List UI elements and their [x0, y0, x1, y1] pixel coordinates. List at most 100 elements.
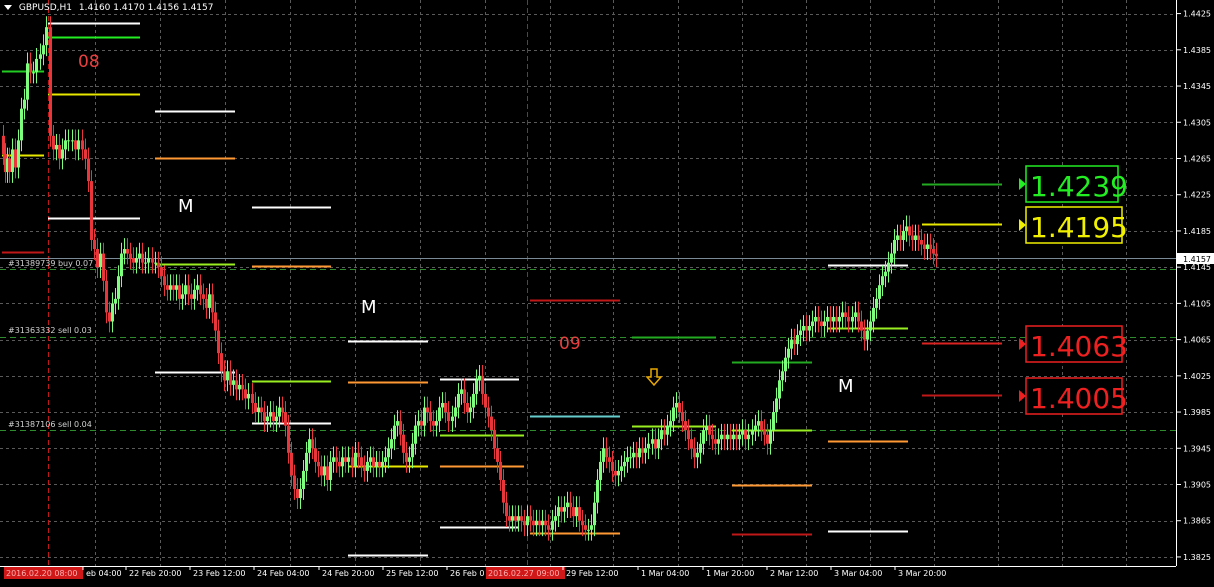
candle-body — [344, 457, 347, 462]
candle-body — [384, 457, 387, 462]
candle-body — [381, 461, 384, 467]
dropdown-arrow-icon[interactable] — [4, 5, 12, 10]
candle-body — [566, 502, 569, 508]
candle-body — [323, 466, 326, 476]
candle-body — [647, 443, 650, 449]
candle-body — [923, 244, 926, 250]
candle-body — [757, 421, 760, 426]
candle-body — [117, 276, 120, 299]
x-tick-label: 3 Mar 04:00 — [834, 569, 882, 578]
candle-body — [693, 448, 696, 458]
candle-body — [735, 434, 738, 440]
candle-body — [857, 312, 860, 322]
candle-body — [763, 430, 766, 435]
candle-body — [378, 461, 381, 467]
candle-body — [293, 475, 296, 490]
candle-body — [460, 389, 463, 394]
candle-body — [90, 181, 93, 240]
candle-body — [11, 149, 14, 173]
current-price-label: 1.4157 — [1183, 255, 1211, 264]
candle-body — [463, 389, 466, 403]
candle-body — [126, 249, 129, 254]
candle-body — [366, 461, 369, 471]
y-tick-label: 1.3825 — [1183, 553, 1211, 562]
candle-body — [417, 421, 420, 426]
candle-body — [287, 425, 290, 453]
candle-body — [726, 434, 729, 440]
price-chart[interactable]: 08 09 M M M #31389739 buy 0.07 #31363332 sell … — [0, 0, 1214, 583]
candle-body — [67, 140, 70, 142]
y-tick-label: 1.4225 — [1183, 191, 1211, 200]
candle-body — [902, 230, 905, 240]
candle-body — [638, 448, 641, 458]
candle-body — [317, 461, 320, 467]
candle-body — [55, 144, 58, 150]
y-tick-label: 1.3985 — [1183, 408, 1211, 417]
candle-body — [687, 430, 690, 440]
candle-body — [281, 407, 284, 413]
candle-body — [678, 402, 681, 413]
candle-body — [708, 425, 711, 435]
candle-body — [178, 285, 181, 299]
candle-body — [441, 402, 444, 408]
candle-body — [547, 525, 550, 530]
candle-body — [181, 294, 184, 299]
candle-body — [929, 244, 932, 250]
candle-body — [696, 452, 699, 458]
candle-body — [357, 452, 360, 458]
y-tick-label: 1.3945 — [1183, 444, 1211, 453]
candle-body — [908, 226, 911, 236]
candle-body — [172, 285, 175, 290]
candle-body — [884, 271, 887, 277]
candle-body — [502, 479, 505, 503]
candle-body — [578, 507, 581, 521]
candle-body — [711, 434, 714, 440]
candle-body — [45, 27, 48, 46]
candle-body — [799, 330, 802, 336]
candle-body — [272, 412, 275, 422]
candle-body — [87, 158, 90, 182]
candle-body — [23, 99, 26, 109]
candle-body — [905, 226, 908, 231]
candle-body — [490, 416, 493, 431]
candle-body — [532, 520, 535, 526]
candle-body — [702, 430, 705, 444]
candle-body — [144, 262, 147, 264]
candle-body — [372, 457, 375, 467]
chart-header[interactable]: GBPUSD,H1 1.4160 1.4170 1.4156 1.4157 — [4, 3, 213, 13]
candle-body — [402, 434, 405, 453]
candle-body — [869, 321, 872, 331]
candle-body — [32, 72, 35, 74]
candle-body — [517, 516, 520, 521]
time-tag-label: 2016.02.20 08:00 — [6, 569, 77, 578]
candle-body — [781, 371, 784, 381]
candle-body — [487, 407, 490, 417]
candle-body — [360, 457, 363, 467]
candle-body — [729, 434, 732, 440]
candle-body — [811, 321, 814, 327]
candle-body — [26, 63, 29, 100]
candle-body — [872, 307, 875, 322]
candle-body — [790, 339, 793, 349]
candle-body — [396, 421, 399, 426]
candle-body — [426, 407, 429, 413]
candle-body — [787, 348, 790, 358]
y-tick-label: 1.4265 — [1183, 154, 1211, 163]
candle-body — [335, 457, 338, 462]
candle-body — [399, 421, 402, 435]
candle-body — [8, 158, 11, 173]
candle-body — [690, 439, 693, 449]
candle-body — [505, 502, 508, 517]
candle-body — [42, 45, 45, 55]
candle-body — [544, 520, 547, 526]
candle-body — [875, 298, 878, 308]
candle-body — [190, 294, 193, 299]
time-tag-label: 2016.02.27 09:00 — [488, 569, 559, 578]
candle-body — [641, 448, 644, 453]
candle-body — [129, 253, 132, 259]
candle-body — [187, 285, 190, 295]
candle-body — [529, 516, 532, 521]
candle-body — [414, 425, 417, 444]
candle-body — [475, 380, 478, 394]
candle-body — [863, 330, 866, 340]
